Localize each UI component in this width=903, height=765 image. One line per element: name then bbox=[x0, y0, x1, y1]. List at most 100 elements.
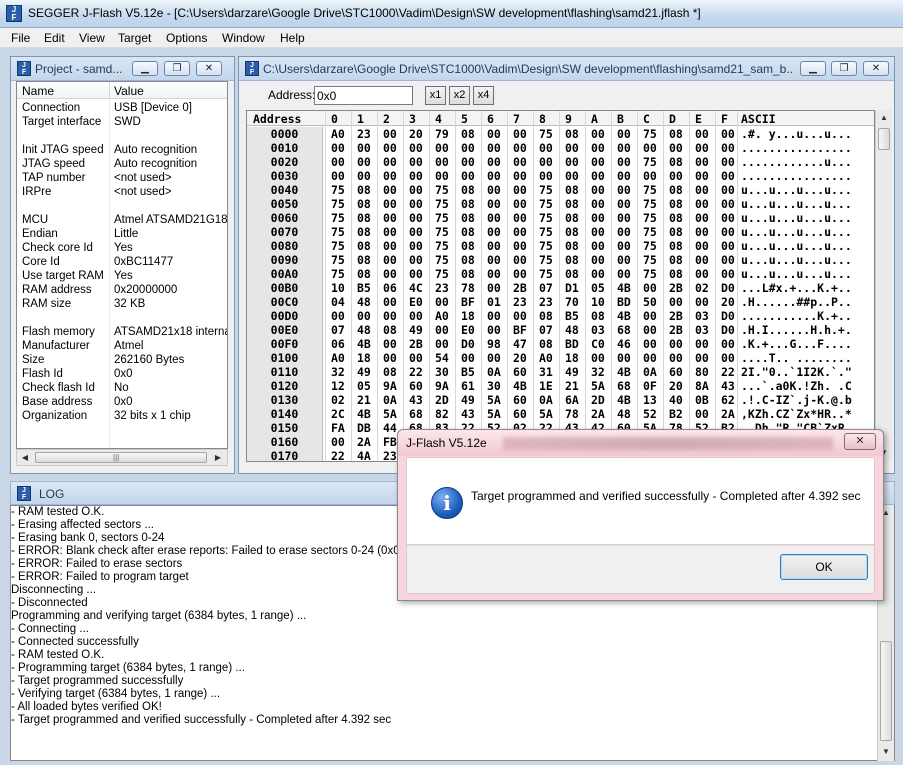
byte-cell[interactable]: 00 bbox=[383, 127, 397, 141]
byte-cell[interactable]: 75 bbox=[331, 239, 345, 253]
byte-cell[interactable]: 00 bbox=[513, 267, 527, 281]
scroll-left-icon[interactable]: ◀ bbox=[18, 451, 32, 464]
byte-cell[interactable]: 08 bbox=[357, 197, 371, 211]
hex-row[interactable]: 0000 A0 23 00 20 79 08 00 00 75 08 00 00 75 08 00 00 .#. … bbox=[247, 127, 874, 141]
byte-cell[interactable]: 75 bbox=[643, 267, 657, 281]
property-row[interactable]: Base address 0x0 bbox=[17, 396, 227, 410]
close-button[interactable]: ✕ bbox=[196, 61, 222, 76]
byte-cell[interactable]: 07 bbox=[539, 323, 553, 337]
zoom-x4-button[interactable]: x4 bbox=[473, 86, 494, 105]
byte-cell[interactable]: 00 bbox=[669, 337, 683, 351]
byte-cell[interactable]: 00 bbox=[409, 169, 423, 183]
byte-cell[interactable]: 00 bbox=[721, 351, 735, 365]
byte-cell[interactable]: 00 bbox=[617, 155, 631, 169]
hex-row[interactable]: 0100 A0 18 00 00 54 00 00 20 A0 18 00 00 00 00 00 00....… bbox=[247, 351, 874, 365]
byte-cell[interactable]: 00 bbox=[617, 253, 631, 267]
byte-cell[interactable]: 00 bbox=[617, 225, 631, 239]
byte-cell[interactable]: 00 bbox=[383, 155, 397, 169]
byte-cell[interactable]: 00 bbox=[721, 225, 735, 239]
byte-cell[interactable]: 00 bbox=[461, 351, 475, 365]
byte-cell[interactable]: 21 bbox=[357, 393, 371, 407]
byte-cell[interactable]: 23 bbox=[357, 127, 371, 141]
byte-cell[interactable]: 4B bbox=[357, 407, 371, 421]
hex-window-caption[interactable]: JF C:\Users\darzare\Google Drive\STC1000… bbox=[239, 57, 894, 81]
dialog-caption[interactable]: J-Flash V5.12e ✕ bbox=[398, 430, 883, 456]
byte-cell[interactable]: 00 bbox=[695, 351, 709, 365]
byte-cell[interactable]: 00 bbox=[383, 267, 397, 281]
byte-cell[interactable]: 44 bbox=[383, 421, 397, 435]
byte-cell[interactable]: 49 bbox=[357, 365, 371, 379]
byte-cell[interactable]: 08 bbox=[565, 127, 579, 141]
byte-cell[interactable]: 75 bbox=[539, 253, 553, 267]
restore-button[interactable]: ❐ bbox=[164, 61, 190, 76]
property-row[interactable]: Target interface SWD bbox=[17, 116, 227, 130]
byte-cell[interactable]: 08 bbox=[357, 211, 371, 225]
close-button[interactable]: ✕ bbox=[863, 61, 889, 76]
byte-cell[interactable]: 98 bbox=[487, 337, 501, 351]
byte-cell[interactable]: 00 bbox=[695, 141, 709, 155]
byte-cell[interactable]: 03 bbox=[695, 323, 709, 337]
byte-cell[interactable]: 00 bbox=[487, 183, 501, 197]
address-input[interactable] bbox=[314, 86, 413, 105]
byte-cell[interactable]: 00 bbox=[383, 141, 397, 155]
byte-cell[interactable]: 00 bbox=[513, 197, 527, 211]
byte-cell[interactable]: 05 bbox=[591, 281, 605, 295]
byte-cell[interactable]: E0 bbox=[409, 295, 423, 309]
byte-cell[interactable]: 08 bbox=[461, 239, 475, 253]
byte-cell[interactable]: 00 bbox=[357, 141, 371, 155]
byte-cell[interactable]: 00 bbox=[721, 337, 735, 351]
byte-cell[interactable]: 0A bbox=[487, 365, 501, 379]
byte-cell[interactable]: 00 bbox=[461, 155, 475, 169]
byte-cell[interactable]: 00 bbox=[383, 169, 397, 183]
byte-cell[interactable]: 4C bbox=[409, 281, 423, 295]
byte-cell[interactable]: 68 bbox=[409, 407, 423, 421]
byte-cell[interactable]: 00 bbox=[721, 211, 735, 225]
menu-help[interactable]: Help bbox=[280, 31, 305, 45]
byte-cell[interactable]: 03 bbox=[695, 309, 709, 323]
byte-cell[interactable]: 00 bbox=[643, 309, 657, 323]
dialog-close-button[interactable]: ✕ bbox=[844, 433, 876, 450]
byte-cell[interactable]: 00 bbox=[409, 197, 423, 211]
byte-cell[interactable]: 60 bbox=[409, 379, 423, 393]
byte-cell[interactable]: 08 bbox=[565, 239, 579, 253]
byte-cell[interactable]: 00 bbox=[617, 239, 631, 253]
byte-cell[interactable]: 08 bbox=[461, 183, 475, 197]
byte-cell[interactable]: 00 bbox=[383, 211, 397, 225]
menu-window[interactable]: Window bbox=[222, 31, 265, 45]
byte-cell[interactable]: 00 bbox=[721, 197, 735, 211]
byte-cell[interactable]: 08 bbox=[357, 225, 371, 239]
byte-cell[interactable]: 1E bbox=[539, 379, 553, 393]
byte-cell[interactable]: 2B bbox=[409, 337, 423, 351]
byte-cell[interactable]: 08 bbox=[357, 267, 371, 281]
property-row[interactable]: Flash memory ATSAMD21x18 internal bbox=[17, 326, 227, 340]
byte-cell[interactable]: 75 bbox=[539, 225, 553, 239]
byte-cell[interactable]: 00 bbox=[435, 155, 449, 169]
property-row[interactable]: RAM size 32 KB bbox=[17, 298, 227, 312]
byte-cell[interactable]: 00 bbox=[487, 239, 501, 253]
byte-cell[interactable]: 75 bbox=[539, 267, 553, 281]
byte-cell[interactable]: 00 bbox=[435, 141, 449, 155]
byte-cell[interactable]: A0 bbox=[331, 127, 345, 141]
byte-cell[interactable]: 08 bbox=[669, 211, 683, 225]
byte-cell[interactable]: 00 bbox=[643, 281, 657, 295]
byte-cell[interactable]: 00 bbox=[461, 141, 475, 155]
minimize-button[interactable]: ▁ bbox=[132, 61, 158, 76]
byte-cell[interactable]: 2D bbox=[591, 393, 605, 407]
byte-cell[interactable]: 00 bbox=[383, 225, 397, 239]
byte-cell[interactable]: 70 bbox=[565, 295, 579, 309]
byte-cell[interactable]: 75 bbox=[331, 183, 345, 197]
byte-cell[interactable]: 00 bbox=[695, 127, 709, 141]
byte-cell[interactable]: 08 bbox=[461, 267, 475, 281]
byte-cell[interactable]: 06 bbox=[383, 281, 397, 295]
byte-cell[interactable]: 0A bbox=[643, 365, 657, 379]
byte-cell[interactable]: 00 bbox=[513, 183, 527, 197]
byte-cell[interactable]: 13 bbox=[643, 393, 657, 407]
byte-cell[interactable]: 2A bbox=[357, 435, 371, 449]
scroll-up-icon[interactable]: ▲ bbox=[876, 110, 892, 126]
byte-cell[interactable]: 00 bbox=[513, 225, 527, 239]
byte-cell[interactable]: 00 bbox=[695, 267, 709, 281]
byte-cell[interactable]: 08 bbox=[461, 253, 475, 267]
byte-cell[interactable]: 0B bbox=[695, 393, 709, 407]
byte-cell[interactable]: 2C bbox=[331, 407, 345, 421]
property-row[interactable]: Endian Little bbox=[17, 228, 227, 242]
